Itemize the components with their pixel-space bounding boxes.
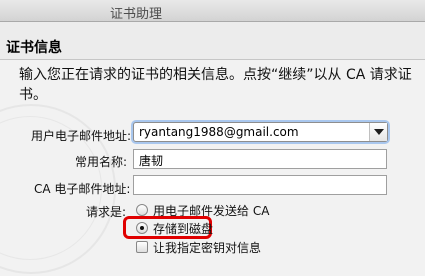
chevron-down-icon — [374, 129, 384, 135]
save-to-disk-radio[interactable] — [136, 222, 148, 234]
request-label: 请求是: — [86, 205, 127, 219]
window-titlebar: 证书助理 — [0, 0, 425, 22]
selected-radio-dot — [140, 226, 144, 230]
user-email-value: ryantang1988@gmail.com — [139, 125, 299, 139]
email-to-ca-radio[interactable] — [136, 204, 148, 216]
ca-email-label: CA 电子邮件地址: — [34, 182, 131, 196]
intro-text: 输入您正在请求的证书的相关信息。点按“继续”以从 CA 请求证书。 — [19, 67, 412, 103]
common-name-value: 唐韧 — [139, 154, 164, 168]
window-title: 证书助理 — [110, 7, 163, 22]
ca-email-field[interactable] — [133, 175, 387, 195]
save-to-disk-label[interactable]: 存储到磁盘 — [153, 220, 213, 237]
certificate-assistant-window: 证书助理 证书信息 输入您正在请求的证书的相关信息。点按“继续”以从 CA 请求… — [0, 0, 425, 276]
user-email-label: 用户电子邮件地址: — [31, 129, 132, 143]
user-email-combobox[interactable]: ryantang1988@gmail.com — [133, 122, 388, 142]
specify-key-pair-checkbox[interactable] — [136, 241, 148, 253]
common-name-field[interactable]: 唐韧 — [133, 149, 387, 169]
section-title: 证书信息 — [6, 40, 62, 56]
common-name-label: 常用名称: — [75, 155, 128, 169]
email-dropdown-button[interactable] — [369, 123, 387, 141]
specify-key-pair-label[interactable]: 让我指定密钥对信息 — [153, 239, 261, 256]
